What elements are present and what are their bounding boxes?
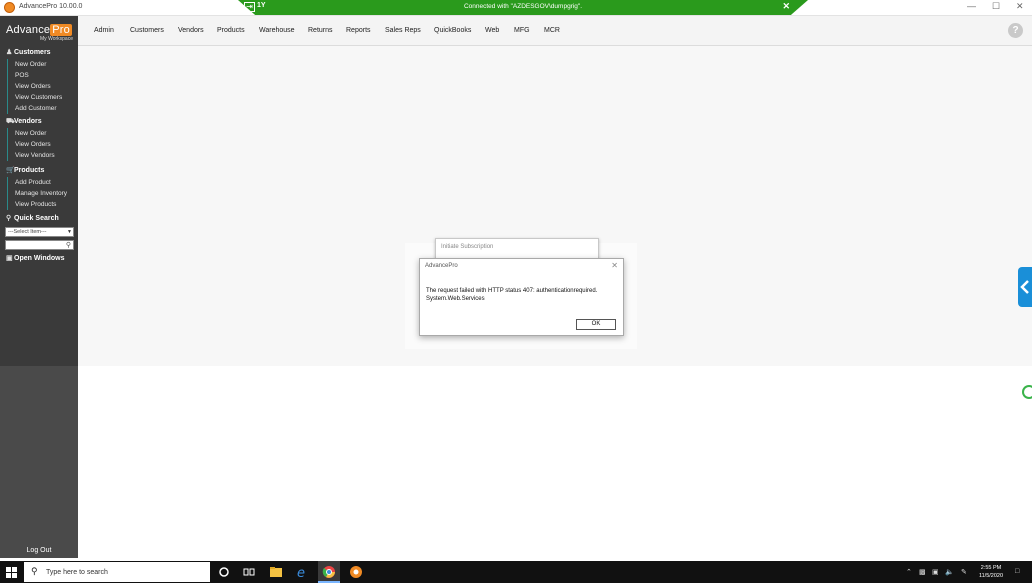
sidebar-customers-view-customers[interactable]: View Customers: [15, 94, 62, 101]
sidebar-customers-view-orders[interactable]: View Orders: [15, 83, 51, 90]
chevron-left-icon: [1020, 280, 1029, 294]
nav-mfg[interactable]: MFG: [514, 27, 530, 34]
connection-close-button[interactable]: ✕: [782, 1, 790, 12]
error-dialog: AdvancePro ✕ The request failed with HTT…: [419, 258, 624, 336]
task-view-icon[interactable]: [242, 565, 256, 579]
tray-volume-icon[interactable]: 🔈: [945, 568, 954, 576]
nav-quickbooks[interactable]: QuickBooks: [434, 27, 471, 34]
help-icon[interactable]: ?: [1008, 23, 1023, 38]
nav-warehouse[interactable]: Warehouse: [259, 27, 295, 34]
sidebar-section-customers: ♟ Customers: [6, 49, 51, 56]
dialog-title: AdvancePro: [425, 263, 458, 269]
chevron-down-icon: ▼: [67, 229, 72, 235]
sidebar-customers-add-customer[interactable]: Add Customer: [15, 105, 57, 112]
sidebar-customers-pos[interactable]: POS: [15, 72, 29, 79]
advancepro-taskbar-icon[interactable]: [349, 565, 363, 579]
edge-icon[interactable]: e: [296, 565, 310, 579]
nav-reports[interactable]: Reports: [346, 27, 371, 34]
nav-admin[interactable]: Admin: [94, 27, 114, 34]
sidebar-section-open-windows[interactable]: ▣Open Windows: [6, 254, 65, 262]
workspace-label: My Workspace: [40, 36, 73, 42]
brand-pro: Pro: [50, 24, 72, 36]
connection-bar: ⇥ 1Y Connected with "AZDESGOV\dumpgrig".…: [238, 0, 808, 15]
logout-button[interactable]: Log Out: [0, 547, 78, 554]
clock-date: 11/5/2020: [978, 573, 1004, 579]
window-icon: ▣: [6, 255, 13, 262]
search-icon[interactable]: ⚲: [66, 241, 71, 249]
notifications-icon[interactable]: □: [1015, 568, 1019, 575]
sidebar-customers-new-order[interactable]: New Order: [15, 61, 46, 68]
loading-ring-icon[interactable]: [1022, 385, 1032, 399]
nav-customers[interactable]: Customers: [130, 27, 164, 34]
app-icon: [4, 2, 15, 13]
brand-name: Advance: [6, 24, 51, 36]
sidebar-products-add-product[interactable]: Add Product: [15, 179, 51, 186]
ok-button[interactable]: OK: [576, 319, 616, 330]
tray-chevron-up-icon[interactable]: ⌃: [906, 568, 912, 576]
windows-start-icon[interactable]: [6, 567, 17, 578]
search-icon: ⚲: [6, 215, 12, 222]
sidebar-section-products: 🛒Products: [6, 167, 45, 174]
initiate-subscription-window: Initiate Subscription: [435, 238, 599, 260]
file-explorer-icon[interactable]: [269, 565, 283, 579]
search-icon: ⚲: [31, 566, 38, 576]
close-window-button[interactable]: ✕: [1016, 1, 1024, 12]
nav-returns[interactable]: Returns: [308, 27, 333, 34]
maximize-button[interactable]: ☐: [992, 1, 1000, 12]
svg-text:e: e: [297, 566, 305, 579]
top-nav: Admin Customers Vendors Products Warehou…: [78, 16, 1032, 46]
quick-search-input[interactable]: ⚲: [5, 240, 74, 250]
tray-network-icon[interactable]: ▣: [932, 568, 939, 576]
nav-vendors[interactable]: Vendors: [178, 27, 204, 34]
minimize-button[interactable]: —: [967, 1, 976, 11]
dialog-close-button[interactable]: ✕: [611, 261, 618, 270]
nav-mcr[interactable]: MCR: [544, 27, 560, 34]
dialog-message: The request failed with HTTP status 407:…: [426, 288, 598, 302]
sidebar-lower-panel: [0, 366, 78, 558]
side-panel-toggle[interactable]: [1018, 267, 1032, 307]
nav-web[interactable]: Web: [485, 27, 499, 34]
taskbar: ⚲ Type here to search e ⌃ ▩ ▣ 🔈 ✎ 2:55 P…: [0, 561, 1032, 583]
subscription-window-title: Initiate Subscription: [441, 244, 494, 250]
nav-sales-reps[interactable]: Sales Reps: [385, 27, 421, 34]
sidebar: ♟ Customers New Order POS View Orders Vie…: [0, 46, 78, 558]
nav-products[interactable]: Products: [217, 27, 245, 34]
tray-pen-icon[interactable]: ✎: [961, 568, 967, 576]
truck-icon: ⛟: [6, 118, 15, 125]
connection-status: Connected with "AZDESGOV\dumpgrig".: [463, 3, 583, 10]
chrome-icon[interactable]: [322, 565, 336, 579]
person-icon: ♟: [6, 49, 13, 56]
tray-battery-icon[interactable]: ▩: [919, 568, 926, 576]
quick-search-select[interactable]: ---Select Item--- ▼: [5, 227, 74, 237]
sidebar-products-manage-inventory[interactable]: Manage Inventory: [15, 190, 67, 197]
cart-icon: 🛒: [6, 167, 15, 174]
sidebar-vendors-view-vendors[interactable]: View Vendors: [15, 152, 55, 159]
cortana-icon[interactable]: [217, 565, 231, 579]
window-title: AdvancePro 10.00.0: [19, 3, 83, 10]
taskbar-search-placeholder: Type here to search: [46, 569, 108, 576]
sidebar-section-vendors: ⛟Vendors: [6, 118, 42, 125]
sidebar-products-view-products[interactable]: View Products: [15, 201, 56, 208]
taskbar-clock[interactable]: 2:55 PM 11/5/2020: [976, 564, 1006, 580]
clock-time: 2:55 PM: [980, 565, 1002, 571]
sidebar-vendors-new-order[interactable]: New Order: [15, 130, 46, 137]
brand-logo[interactable]: Advance Pro My Workspace: [0, 16, 78, 46]
taskbar-search-box[interactable]: ⚲ Type here to search: [24, 562, 210, 582]
sidebar-section-quick-search: ⚲ Quick Search: [6, 215, 59, 222]
sidebar-vendors-view-orders[interactable]: View Orders: [15, 141, 51, 148]
